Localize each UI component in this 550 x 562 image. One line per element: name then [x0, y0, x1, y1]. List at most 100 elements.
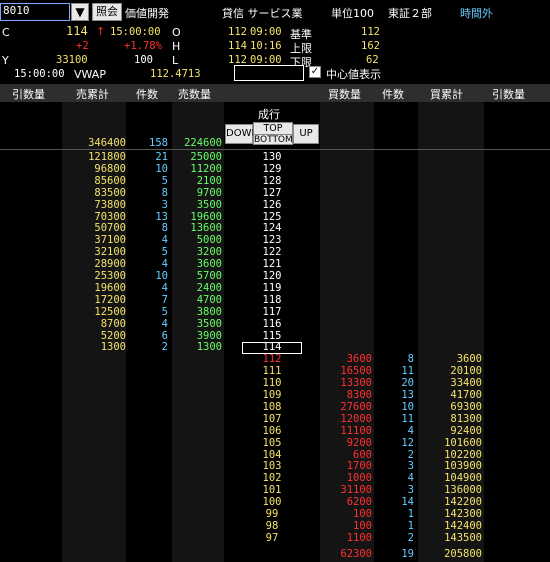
top-bottom-button[interactable]: TOP BOTTOM	[253, 122, 293, 145]
divider	[0, 149, 550, 150]
buy-qty-cell: 27600	[340, 400, 372, 413]
buy-count-cell: 20	[401, 377, 414, 390]
price-cell: 98	[265, 519, 279, 532]
sell-count-cell: 10	[155, 270, 168, 282]
buy-cum-cell: 142200	[444, 496, 482, 509]
price-cell: 128	[262, 174, 282, 187]
change-value: +2	[76, 40, 89, 52]
down-button[interactable]: DOWN	[225, 124, 259, 144]
price-cell: 125	[262, 210, 282, 223]
buy-count-cell: 2	[407, 448, 414, 461]
current-time: 15:00:00	[110, 26, 161, 38]
col-sell-cum: 売累計	[76, 88, 109, 101]
sell-count-cell: 3	[161, 198, 168, 211]
sector-label: 貸信 サービス業	[222, 7, 303, 20]
sell-count-cell: 5	[161, 174, 168, 187]
total-buy-qty: 62300	[340, 548, 372, 560]
buy-cum-cell: 101600	[444, 436, 482, 449]
board-header: 引数量 売累計 件数 売数量 買数量 件数 買累計 引数量	[0, 84, 550, 102]
top-label: TOP	[263, 123, 283, 134]
buy-qty-cell: 1100	[346, 531, 372, 544]
up-button[interactable]: UP	[293, 124, 319, 144]
volume-time: 15:00:00	[14, 68, 65, 80]
sell-count-cell: 21	[155, 151, 168, 163]
price-cell: 130	[262, 151, 282, 163]
open-time: 09:00	[250, 26, 282, 38]
price-cell: 111	[262, 365, 282, 378]
low-value: 100	[134, 54, 153, 66]
price-cell: 126	[262, 198, 282, 211]
buy-count-cell: 13	[401, 389, 414, 401]
stock-code-input[interactable]: 8010	[0, 3, 70, 21]
sell-cum-cell: 50700	[94, 222, 126, 235]
price-cell: 121	[262, 258, 282, 271]
buy-cum-cell: 136000	[444, 484, 482, 497]
buy-count-cell: 3	[407, 460, 414, 473]
price-cell: 124	[262, 222, 282, 235]
sell-qty-cell: 9700	[196, 186, 222, 199]
buy-qty-cell: 1700	[346, 460, 372, 473]
buy-count-cell: 1	[407, 508, 414, 520]
buy-count-cell: 1	[407, 519, 414, 532]
low-label: L	[172, 54, 179, 67]
sell-qty-cell: 11200	[190, 162, 222, 175]
volume-value: 33100	[56, 54, 88, 66]
buy-count-cell: 4	[407, 472, 414, 485]
price-cell: 108	[262, 400, 282, 413]
sell-count-cell: 7	[161, 293, 168, 306]
total-sell-count: 158	[149, 137, 168, 149]
current-price: 114	[66, 24, 88, 38]
query-button[interactable]: 照会	[92, 3, 122, 21]
open-label: O	[172, 26, 181, 39]
buy-qty-cell: 6200	[346, 496, 372, 509]
current-price-box	[242, 342, 302, 354]
sell-cum-cell: 12500	[94, 305, 126, 318]
sell-count-cell: 4	[161, 234, 168, 247]
code-dropdown-button[interactable]: ▼	[71, 3, 89, 21]
buy-cum-cell: 142400	[444, 519, 482, 532]
sell-cum-cell: 83500	[94, 186, 126, 199]
price-cell: 105	[262, 436, 282, 449]
price-cell: 110	[262, 377, 282, 390]
high-time: 10:16	[250, 40, 282, 52]
buy-cum-cell: 104900	[444, 472, 482, 485]
buy-cum-cell: 102200	[444, 448, 482, 461]
col-withdraw-left: 引数量	[12, 88, 45, 101]
buy-qty-cell: 12000	[340, 412, 372, 425]
sell-qty-cell: 3500	[196, 198, 222, 211]
bottom-label: BOTTOM	[254, 134, 293, 145]
buy-qty-cell: 11100	[340, 424, 372, 437]
buy-count-cell: 3	[407, 484, 414, 497]
lower-price: 62	[366, 54, 379, 66]
sell-cum-cell: 5200	[100, 329, 126, 342]
buy-count-cell: 12	[401, 436, 414, 449]
price-cell: 127	[262, 186, 282, 199]
current-label: C	[2, 26, 10, 39]
price-cell: 112	[262, 353, 282, 366]
center-value-checkbox[interactable]: ✓	[309, 66, 321, 78]
center-value-input[interactable]	[234, 65, 304, 81]
buy-qty-cell: 8300	[346, 389, 372, 401]
sell-count-cell: 13	[155, 210, 168, 223]
total-buy-count: 19	[401, 548, 414, 560]
sell-cum-cell: 25300	[94, 270, 126, 282]
col-sell-qty: 売数量	[178, 88, 211, 101]
sell-count-cell: 2	[161, 341, 168, 354]
price-cell: 117	[262, 305, 282, 318]
price-cell: 119	[262, 281, 282, 294]
buy-qty-cell: 3600	[346, 353, 372, 366]
sell-qty-cell: 3800	[196, 305, 222, 318]
sell-cum-cell: 28900	[94, 258, 126, 271]
buy-qty-cell: 16500	[340, 365, 372, 378]
sell-qty-cell: 13600	[190, 222, 222, 235]
buy-cum-cell: 143500	[444, 531, 482, 544]
buy-qty-cell: 1000	[346, 472, 372, 485]
upper-price: 162	[361, 40, 380, 52]
buy-count-cell: 11	[401, 365, 414, 378]
col-buy-cum: 買累計	[430, 88, 463, 101]
col-withdraw-right: 引数量	[492, 88, 525, 101]
buy-cum-cell: 103900	[444, 460, 482, 473]
total-buy-cum: 205800	[444, 548, 482, 560]
buy-count-cell: 8	[407, 353, 414, 366]
market-label: 東証２部	[388, 7, 432, 20]
